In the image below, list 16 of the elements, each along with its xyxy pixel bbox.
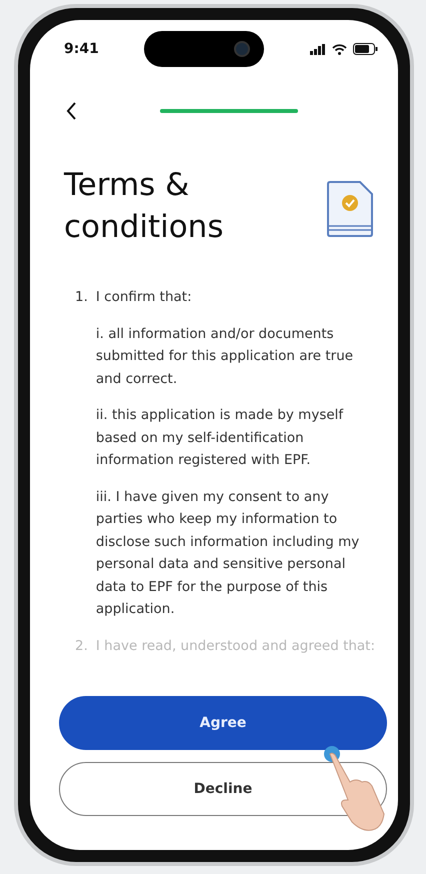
term-clause: ii. this application is made by myself based on my self-identification information registered with EPF.	[96, 406, 344, 470]
page-title: Terms & conditions	[64, 166, 224, 247]
term-number: 2.	[75, 636, 88, 656]
term-text: I confirm that:	[96, 288, 193, 307]
term-clause: iii. I have given my consent to any parties who keep my information to disclose such information including my personal data and sensitive personal data to EPF for the purpose of this application.	[96, 488, 360, 619]
status-time: 9:41	[64, 41, 99, 57]
agree-button[interactable]: Agree	[59, 696, 387, 750]
battery-icon	[352, 43, 378, 55]
back-icon[interactable]	[64, 100, 78, 122]
term-clause: i. all information and/or documents submitted for this application are true and correct.	[96, 324, 354, 388]
term-text: I have read, understood and agreed that:	[96, 636, 376, 656]
document-check-icon	[326, 180, 374, 238]
wifi-icon	[332, 44, 347, 54]
term-number: 1.	[75, 288, 88, 307]
decline-button[interactable]: Decline	[59, 762, 387, 816]
signal-icon	[310, 44, 326, 54]
